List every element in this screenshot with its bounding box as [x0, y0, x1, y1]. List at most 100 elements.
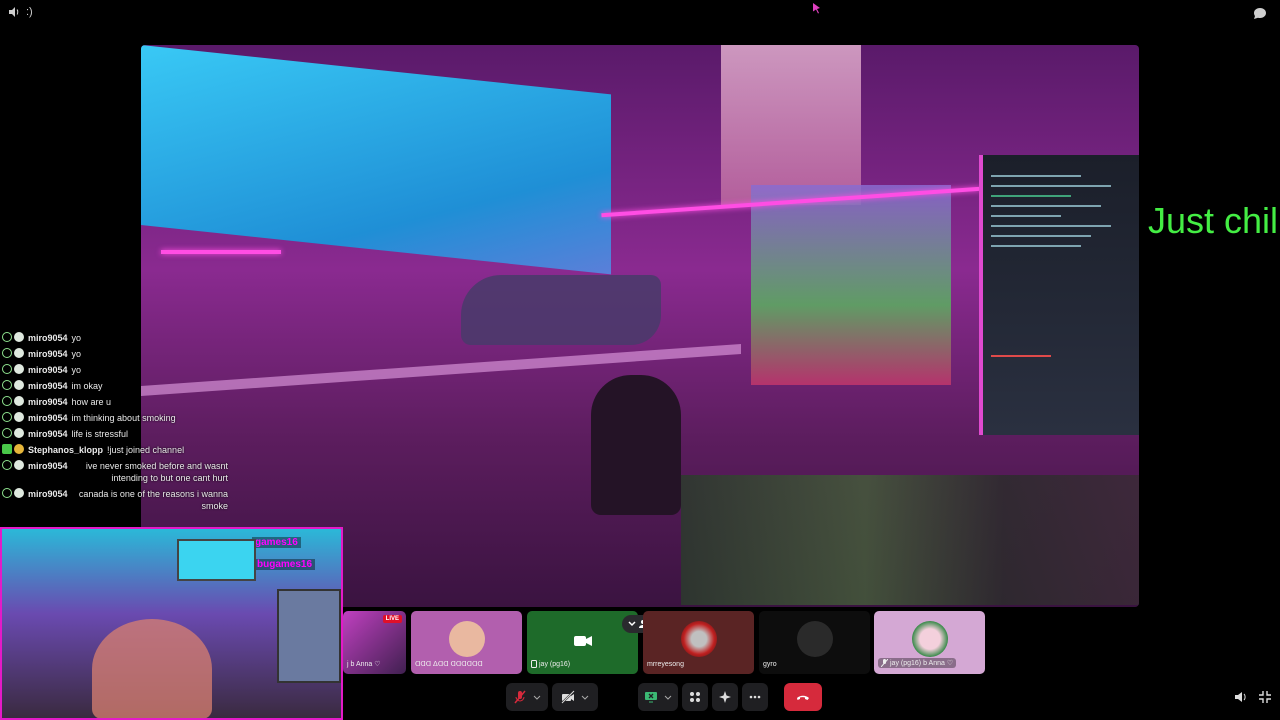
call-controls — [506, 683, 822, 711]
sub-badge-icon — [14, 488, 24, 498]
chat-message: miro9054 life is stressful — [0, 428, 228, 440]
sub-badge-icon — [14, 412, 24, 422]
chat-text: im okay — [71, 381, 103, 391]
more-icon — [748, 690, 762, 704]
reactions-button[interactable] — [712, 683, 738, 711]
participant-tile[interactable]: mrreyesong — [643, 611, 754, 674]
chevron-down-icon[interactable] — [664, 693, 672, 701]
chat-username[interactable]: miro9054 — [28, 396, 68, 408]
chat-username[interactable]: miro9054 — [28, 488, 68, 500]
volume-icon[interactable] — [8, 6, 20, 18]
chat-message: Stephanos_klopp !just joined channel — [0, 444, 228, 456]
chat-bubble-icon[interactable] — [1252, 6, 1268, 22]
top-status: :) — [8, 6, 33, 18]
mod-badge-icon — [2, 364, 12, 374]
overlay-caption: Just chil — [1148, 200, 1279, 241]
chat-text: yo — [71, 349, 82, 359]
more-button[interactable] — [742, 683, 768, 711]
participant-tile[interactable]: jay (pg16) b Anna ♡ — [874, 611, 985, 674]
participant-avatar — [911, 621, 948, 657]
mod-badge-icon — [2, 396, 12, 406]
chat-message: miro9054 im thinking about smoking — [0, 412, 228, 424]
participant-name: j b Anna ♡ — [347, 661, 381, 668]
sub-badge-icon — [14, 428, 24, 438]
chat-username[interactable]: miro9054 — [28, 460, 68, 472]
chat-username[interactable]: Stephanos_klopp — [28, 444, 103, 456]
chat-text: how are u — [71, 397, 112, 407]
chevron-down-icon[interactable] — [581, 693, 589, 701]
video-monitor-glow — [141, 45, 611, 275]
pip-monitor-2 — [277, 589, 341, 683]
mod-badge-icon — [2, 460, 12, 470]
volume-icon[interactable] — [1234, 690, 1248, 704]
chat-text: yo — [71, 333, 82, 343]
mod-badge-icon — [2, 332, 12, 342]
chevron-down-icon — [627, 621, 636, 627]
chat-message: miro9054 how are u — [0, 396, 228, 408]
video-off-icon — [561, 690, 575, 704]
participant-name: jay (pg16) b Anna ♡ — [878, 658, 957, 668]
fullscreen-exit-icon[interactable] — [1258, 690, 1272, 704]
mod-badge-icon — [2, 412, 12, 422]
status-text: :) — [26, 6, 33, 18]
activities-button[interactable] — [682, 683, 708, 711]
pip-person — [92, 619, 212, 718]
apps-icon — [688, 690, 702, 704]
chat-message: miro9054 yo — [0, 348, 228, 360]
main-video-stream[interactable] — [141, 45, 1139, 607]
chat-message: miro9054 canada is one of the reasons i w… — [0, 488, 228, 512]
chat-username[interactable]: miro9054 — [28, 364, 68, 376]
sub-badge-icon — [14, 396, 24, 406]
camera-icon — [574, 635, 592, 647]
end-call-button[interactable] — [784, 683, 822, 711]
participant-avatar — [680, 621, 717, 657]
live-badge: LIVE — [382, 615, 402, 623]
mod-badge-icon — [2, 428, 12, 438]
chat-message: miro9054 yo — [0, 364, 228, 376]
chat-username[interactable]: miro9054 — [28, 380, 68, 392]
mod-badge-icon — [2, 380, 12, 390]
participant-tile[interactable]: ꓷꓷꓷ ᐃꓷꓷ ꓷꓷꓷꓷꓷꓷ — [411, 611, 522, 674]
chat-text: yo — [71, 365, 82, 375]
participant-name: ꓷꓷꓷ ᐃꓷꓷ ꓷꓷꓷꓷꓷꓷ — [415, 661, 483, 668]
participant-name: jay (pg16) — [531, 660, 570, 668]
participant-tile[interactable]: LIVE j b Anna ♡ — [343, 611, 406, 674]
participant-name: mrreyesong — [647, 661, 684, 668]
chat-message: miro9054 im okay — [0, 380, 228, 392]
chat-username[interactable]: miro9054 — [28, 332, 68, 344]
participant-tile[interactable]: jay (pg16) — [527, 611, 638, 674]
chat-overlay: miro9054 yo miro9054 yo miro9054 yo miro905… — [0, 332, 228, 516]
participant-tile[interactable]: gyro — [759, 611, 870, 674]
mute-mic-button[interactable] — [506, 683, 548, 711]
gold-badge-icon — [14, 444, 24, 454]
video-cat-plush — [591, 375, 681, 515]
chat-text: canada is one of the reasons i wanna smo… — [78, 489, 228, 511]
gift-badge-icon — [2, 444, 12, 454]
sub-badge-icon — [14, 348, 24, 358]
pip-overlay-text: games16 — [252, 537, 301, 548]
chat-username[interactable]: miro9054 — [28, 348, 68, 360]
screen-share-icon — [644, 690, 658, 704]
chat-message: miro9054 ive never smoked before and wasn… — [0, 460, 228, 484]
cursor-icon — [812, 2, 822, 14]
mod-badge-icon — [2, 488, 12, 498]
picture-in-picture-stream[interactable]: games16 bugames16 — [0, 527, 343, 720]
camera-off-button[interactable] — [552, 683, 598, 711]
chat-username[interactable]: miro9054 — [28, 412, 68, 424]
pip-monitor — [177, 539, 256, 581]
chat-text: ive never smoked before and wasnt intend… — [85, 461, 228, 483]
sub-badge-icon — [14, 332, 24, 342]
share-screen-button[interactable] — [638, 683, 678, 711]
pip-overlay-text-2: bugames16 — [254, 559, 316, 570]
chat-username[interactable]: miro9054 — [28, 428, 68, 440]
view-controls — [1234, 690, 1272, 704]
phone-hangup-icon — [796, 690, 810, 704]
sub-badge-icon — [14, 364, 24, 374]
mic-off-icon — [881, 659, 888, 667]
video-led-strip — [161, 250, 281, 254]
video-poster — [721, 45, 861, 205]
mod-badge-icon — [2, 348, 12, 358]
chevron-down-icon[interactable] — [533, 693, 541, 701]
sparkle-icon — [718, 690, 732, 704]
video-side-monitor — [979, 155, 1139, 435]
